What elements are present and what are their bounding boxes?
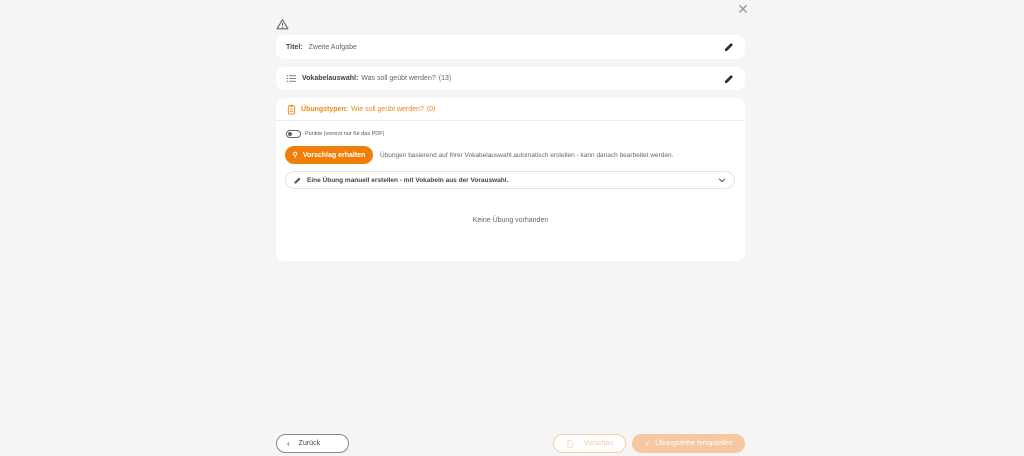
chevron-left-icon: ‹ bbox=[287, 439, 290, 448]
chevron-down-icon bbox=[718, 178, 726, 183]
vocab-label: Vokabelauswahl: bbox=[302, 75, 359, 82]
pencil-icon[interactable] bbox=[723, 73, 735, 85]
pencil-icon[interactable] bbox=[723, 41, 735, 53]
exercise-types-count: (0) bbox=[426, 105, 436, 113]
title-card: Titel: Zweite Aufgabe bbox=[276, 35, 745, 59]
points-toggle-label: Punkte (vorerst nur für das PDF) bbox=[305, 131, 385, 137]
manual-create-label: Eine Übung manuell erstellen - mit Vokab… bbox=[307, 176, 509, 184]
title-value: Zweite Aufgabe bbox=[308, 43, 357, 51]
finish-button-label: Übungsreihe fertigstellen bbox=[655, 440, 733, 447]
suggestion-button[interactable]: ⚲ Vorschlag erhalten bbox=[285, 146, 373, 164]
clipboard-icon bbox=[287, 104, 296, 115]
preview-button-label: Vorschau bbox=[583, 440, 614, 447]
points-toggle-row: Punkte (vorerst nur für das PDF) bbox=[286, 130, 384, 138]
manual-create-dropdown[interactable]: Eine Übung manuell erstellen - mit Vokab… bbox=[285, 171, 735, 189]
preview-button[interactable]: Vorschau bbox=[553, 434, 626, 453]
empty-state: Keine Übung vorhanden bbox=[472, 217, 549, 224]
exercise-types-header: Übungstypen: Wie soll geübt werden? (0) bbox=[276, 98, 745, 121]
exercise-types-card: Übungstypen: Wie soll geübt werden? (0) … bbox=[276, 98, 745, 261]
document-icon bbox=[567, 439, 573, 448]
vocab-prompt: Was soll geübt werden? bbox=[361, 75, 436, 82]
back-button-label: Zurück bbox=[298, 440, 321, 447]
check-icon: ✓ bbox=[644, 440, 651, 448]
magic-wand-icon: ⚲ bbox=[292, 152, 298, 159]
list-icon bbox=[286, 75, 297, 82]
vocab-card: Vokabelauswahl: Was soll geübt werden? (… bbox=[276, 67, 745, 90]
finish-button[interactable]: ✓ Übungsreihe fertigstellen bbox=[632, 434, 745, 453]
vocab-count: (13) bbox=[438, 75, 452, 82]
suggestion-row: ⚲ Vorschlag erhalten Übungen basierend a… bbox=[285, 146, 673, 164]
suggestion-description: Übungen basierend auf Ihrer Vokabelauswa… bbox=[380, 151, 674, 159]
exercise-types-label: Übungstypen: bbox=[301, 105, 349, 113]
pencil-icon bbox=[294, 177, 301, 183]
points-toggle[interactable] bbox=[286, 130, 301, 138]
suggestion-button-label: Vorschlag erhalten bbox=[302, 151, 366, 159]
back-button[interactable]: ‹ Zurück bbox=[276, 434, 349, 453]
exercise-types-prompt: Wie soll geübt werden? bbox=[351, 105, 424, 113]
warning-icon bbox=[276, 19, 289, 30]
close-icon[interactable]: ✕ bbox=[735, 2, 751, 18]
title-label: Titel: bbox=[286, 43, 303, 51]
